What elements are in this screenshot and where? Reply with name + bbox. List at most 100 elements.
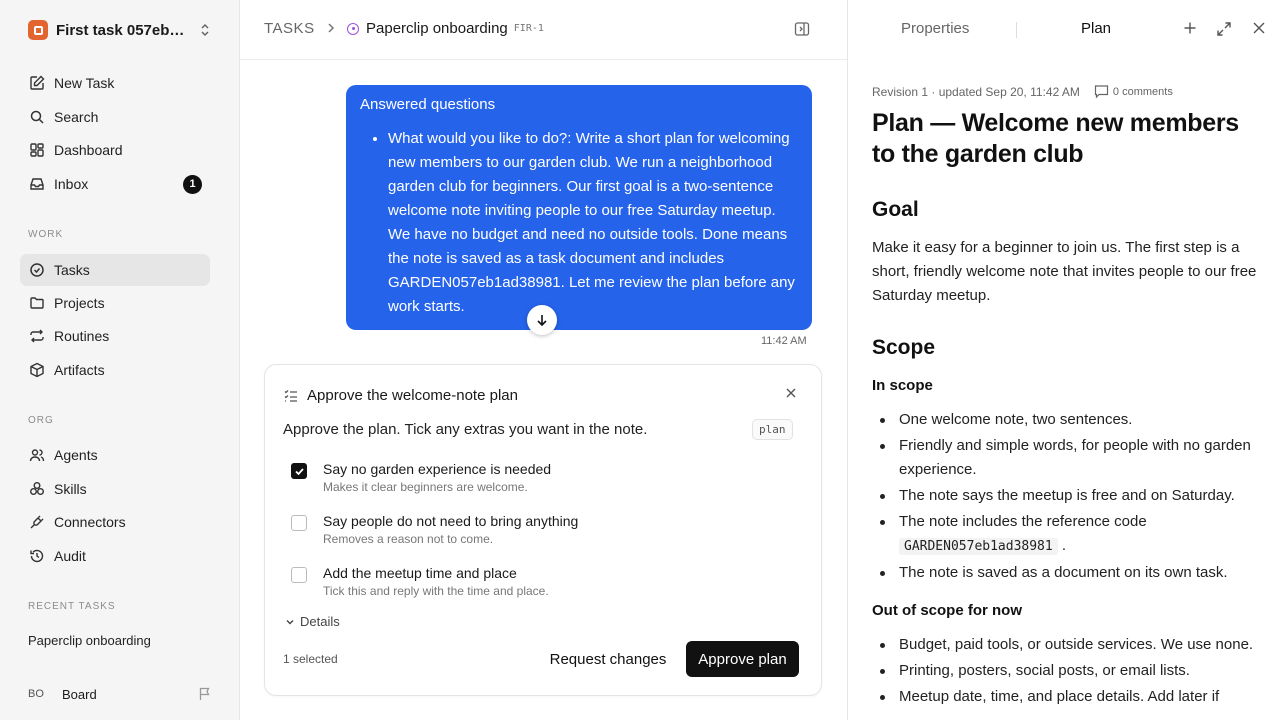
skills-icon — [28, 480, 46, 498]
section-label-work: WORK — [28, 229, 64, 240]
task-conversation: TASKS Paperclip onboarding FIR-1 Answere… — [240, 0, 847, 720]
chevron-updown-icon — [198, 23, 212, 37]
nav-inbox[interactable]: Inbox 1 — [20, 168, 210, 200]
nav-label: Audit — [54, 548, 86, 564]
nav-label: Tasks — [54, 262, 90, 278]
nav-routines[interactable]: Routines — [20, 320, 210, 352]
panel-tabs: Properties Plan — [848, 0, 1280, 60]
approval-card-header: Approve the welcome-note plan — [283, 387, 518, 404]
reference-prefix: The note includes the reference code — [899, 513, 1147, 530]
folder-icon — [28, 294, 46, 312]
nav-new-task[interactable]: New Task — [20, 67, 210, 99]
checklist-icon — [283, 388, 299, 404]
arrow-down-icon — [537, 315, 547, 327]
message-bubble: Answered questions What would you like t… — [346, 85, 812, 330]
section-label-recent: RECENT TASKS — [28, 601, 116, 612]
recent-task-item[interactable]: Paperclip onboarding — [28, 633, 151, 648]
user-menu[interactable]: BO Board — [28, 684, 212, 704]
nav-label: New Task — [54, 75, 115, 91]
chevron-right-icon — [325, 22, 337, 34]
nav-audit[interactable]: Audit — [20, 540, 210, 572]
out-scope-heading: Out of scope for now — [872, 602, 1022, 619]
repeat-icon — [28, 327, 46, 345]
tab-properties[interactable]: Properties — [901, 20, 969, 37]
nav-label: Search — [54, 109, 99, 125]
app-window: First task 057eb1ad38981 New Task Search… — [0, 0, 1280, 720]
breadcrumb-tasks-link[interactable]: TASKS — [264, 20, 315, 37]
nav-label: Connectors — [54, 514, 126, 530]
revision-info: Revision 1 · updated Sep 20, 11:42 AM 0 … — [872, 84, 1173, 99]
nav-label: Agents — [54, 447, 98, 463]
list-item: The note says the meetup is free and on … — [872, 484, 1272, 508]
list-item: Friendly and simple words, for people wi… — [872, 434, 1272, 482]
reference-code: GARDEN057eb1ad38981 — [899, 538, 1058, 555]
nav-connectors[interactable]: Connectors — [20, 506, 210, 538]
workspace-name: First task 057eb1ad38981 — [56, 21, 192, 39]
users-icon — [28, 446, 46, 464]
section-label-org: ORG — [28, 415, 54, 426]
nav-artifacts[interactable]: Artifacts — [20, 354, 210, 386]
nav-label: Dashboard — [54, 142, 123, 158]
option-subtitle: Removes a reason not to come. — [323, 532, 494, 546]
reference-suffix: . — [1061, 537, 1067, 554]
list-item: Budget, paid tools, or outside services.… — [872, 633, 1272, 657]
option-title: Say no garden experience is needed — [323, 461, 552, 477]
nav-dashboard[interactable]: Dashboard — [20, 134, 210, 166]
option-bring-nothing[interactable]: Say people do not need to bring anything… — [291, 513, 578, 546]
nav-skills[interactable]: Skills — [20, 473, 210, 505]
tab-divider — [1016, 22, 1017, 38]
plug-icon — [28, 513, 46, 531]
revision-text: Revision 1 · updated Sep 20, 11:42 AM — [872, 84, 1080, 99]
option-title: Say people do not need to bring anything — [323, 513, 579, 529]
toggle-panel-icon[interactable] — [794, 21, 810, 37]
user-name: Board — [62, 686, 97, 702]
inbox-icon — [28, 175, 46, 193]
details-toggle[interactable]: Details — [285, 614, 340, 629]
nav-projects[interactable]: Projects — [20, 287, 210, 319]
scroll-down-button[interactable] — [527, 305, 557, 335]
document-title: Plan — Welcome new members to the garden… — [872, 109, 1239, 168]
breadcrumb-current-task: Paperclip onboarding FIR-1 — [347, 20, 544, 37]
box-icon — [28, 361, 46, 379]
checkbox-checked[interactable] — [291, 463, 307, 479]
approval-card: Approve the welcome-note plan Approve th… — [264, 364, 822, 696]
nav-label: Artifacts — [54, 362, 105, 378]
nav-search[interactable]: Search — [20, 101, 210, 133]
task-code: FIR-1 — [513, 23, 544, 34]
option-time-place[interactable]: Add the meetup time and place Tick this … — [291, 565, 549, 598]
list-item: The note includes the reference code GAR… — [872, 510, 1272, 559]
workspace-switcher[interactable]: First task 057eb1ad38981 — [28, 18, 212, 42]
close-icon[interactable] — [1252, 21, 1266, 35]
nav-agents[interactable]: Agents — [20, 439, 210, 471]
details-label: Details — [300, 614, 340, 629]
option-subtitle: Tick this and reply with the time and pl… — [323, 584, 549, 598]
checkbox[interactable] — [291, 515, 307, 531]
option-title: Add the meetup time and place — [323, 565, 517, 581]
nav-tasks[interactable]: Tasks — [20, 254, 210, 286]
option-subtitle: Makes it clear beginners are welcome. — [323, 480, 528, 494]
comments-link[interactable]: 0 comments — [1094, 84, 1173, 99]
expand-icon[interactable] — [1216, 21, 1232, 37]
nav-label: Skills — [54, 481, 87, 497]
tab-plan[interactable]: Plan — [1081, 20, 1111, 37]
approve-plan-button[interactable]: Approve plan — [686, 641, 799, 677]
comments-count: 0 comments — [1112, 85, 1173, 98]
close-icon[interactable] — [785, 387, 797, 399]
workspace-logo-icon — [28, 20, 48, 40]
list-item: The note is saved as a document on its o… — [872, 561, 1272, 585]
nav-label: Routines — [54, 328, 110, 344]
plan-tag: plan — [752, 419, 793, 440]
task-status-icon — [347, 22, 359, 35]
checkbox[interactable] — [291, 567, 307, 583]
list-item: Printing, posters, social posts, or emai… — [872, 659, 1272, 683]
request-changes-button[interactable]: Request changes — [537, 641, 679, 677]
check-icon — [294, 467, 304, 475]
check-circle-icon — [28, 261, 46, 279]
option-no-experience[interactable]: Say no garden experience is needed Makes… — [291, 461, 551, 494]
task-title: Paperclip onboarding — [366, 20, 508, 37]
nav-label: Inbox — [54, 176, 89, 192]
flag-icon[interactable] — [198, 687, 212, 701]
breadcrumb: TASKS Paperclip onboarding FIR-1 — [240, 0, 847, 60]
sidebar: First task 057eb1ad38981 New Task Search… — [0, 0, 240, 720]
plus-icon[interactable] — [1183, 21, 1197, 35]
